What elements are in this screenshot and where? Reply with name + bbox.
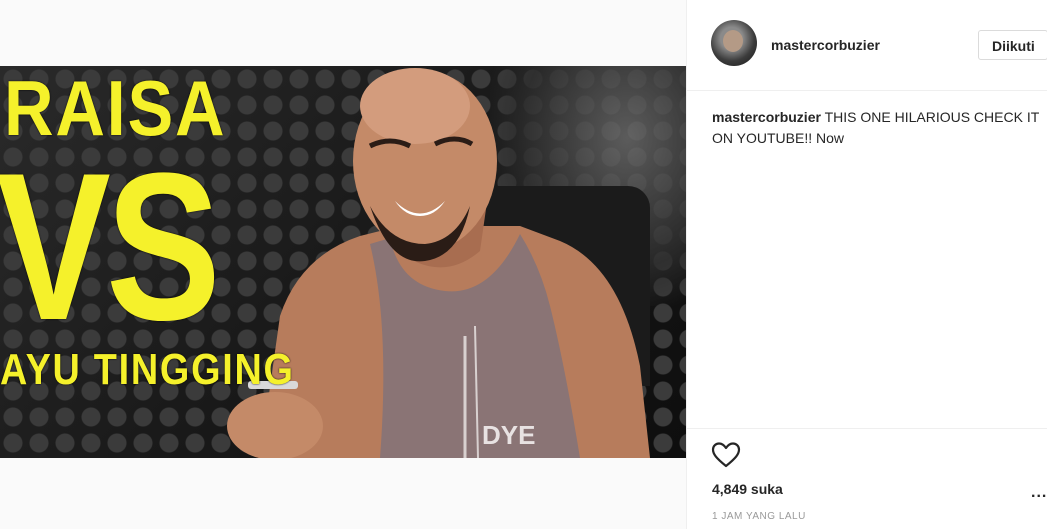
post-side-panel: mastercorbuzier Diikuti mastercorbuzier … [686,0,1047,529]
overlay-text-vs: VS [0,129,221,364]
heart-outline-icon[interactable] [711,441,741,469]
post-header: mastercorbuzier Diikuti [687,0,1047,91]
username-link[interactable]: mastercorbuzier [771,37,880,53]
man-figure: DYE [227,68,650,458]
media-area: DYE RAISA VS AYU TINGGING [0,0,686,529]
post-timestamp[interactable]: 1 JAM YANG LALU [712,511,806,522]
post-footer-divider [687,428,1047,429]
post-image[interactable]: DYE RAISA VS AYU TINGGING [0,66,686,458]
caption-username[interactable]: mastercorbuzier [712,109,821,125]
following-button[interactable]: Diikuti [978,30,1047,60]
overlay-text-ayu-tingging: AYU TINGGING [0,345,295,394]
like-count[interactable]: 4,849 suka [712,481,783,497]
post-caption: mastercorbuzier THIS ONE HILARIOUS CHECK… [712,107,1047,149]
shirt-logo: DYE [482,420,535,450]
avatar[interactable] [711,20,757,66]
ellipsis-icon[interactable]: ... [1031,484,1047,502]
